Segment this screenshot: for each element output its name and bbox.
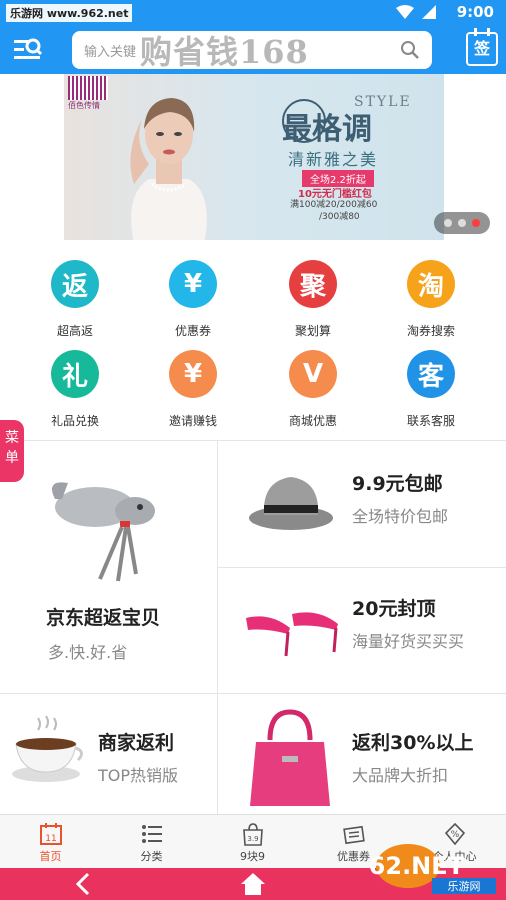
promo-title: 京东超返宝贝 bbox=[46, 607, 161, 629]
bag-number: 3.9 bbox=[247, 835, 258, 843]
tab-label: 首页 bbox=[39, 850, 62, 863]
grid-item-mall[interactable]: V 商城优惠 bbox=[250, 350, 376, 436]
watermark-small: 乐游网 bbox=[448, 880, 481, 893]
grid-item-label: 联系客服 bbox=[406, 414, 455, 428]
promo-rebate[interactable]: 返利30%以上 大品牌大折扣 bbox=[218, 694, 506, 815]
search-icon[interactable] bbox=[400, 40, 420, 60]
status-icons bbox=[396, 5, 436, 19]
app-screen: 乐游网 www.962.net 9:00 输入关键 购省钱168 签 佰色传情 … bbox=[0, 0, 506, 900]
promo-banner[interactable]: 佰色传情 STYLE 最格调 清新雅之美 全场2.2折起 10元无门槛红包 满1… bbox=[64, 74, 444, 240]
promo-title: 20元封顶 bbox=[352, 598, 436, 620]
back-icon[interactable] bbox=[72, 872, 94, 896]
promo-20[interactable]: 20元封顶 海量好货买买买 bbox=[218, 568, 506, 693]
carousel-indicator[interactable] bbox=[434, 212, 490, 234]
carousel-dot[interactable] bbox=[458, 219, 466, 227]
carousel-dot-active[interactable] bbox=[472, 219, 480, 227]
list-icon bbox=[142, 825, 162, 843]
promo-subtitle: 多.快.好.省 bbox=[48, 643, 128, 662]
grid-item-invite[interactable]: ¥ 邀请赚钱 bbox=[130, 350, 256, 436]
coffee-cup-image bbox=[12, 715, 83, 782]
coupon-icon bbox=[343, 825, 365, 845]
grid-item-label: 礼品兑换 bbox=[50, 414, 99, 428]
signal-icon bbox=[422, 5, 436, 19]
grid-item-taobao-search[interactable]: 淘 淘券搜索 bbox=[368, 260, 494, 346]
gift-icon: 礼 bbox=[51, 350, 99, 398]
promo-subtitle: 大品牌大折扣 bbox=[352, 766, 449, 785]
tab-nine-nine[interactable]: 3.9 9块9 bbox=[202, 815, 303, 869]
watermark-big: 962.NET bbox=[368, 852, 465, 880]
promo-title: 商家返利 bbox=[98, 732, 175, 754]
wifi-icon bbox=[396, 5, 414, 19]
jd-mascot-image bbox=[51, 482, 155, 582]
rebate-icon: 返 bbox=[51, 260, 99, 308]
status-bar: 乐游网 www.962.net 9:00 bbox=[0, 0, 506, 26]
grid-item-label: 邀请赚钱 bbox=[168, 414, 217, 428]
tab-category[interactable]: 分类 bbox=[101, 815, 202, 869]
promo-subtitle: 海量好货买买买 bbox=[352, 632, 465, 651]
heels-image bbox=[246, 612, 338, 657]
promo-jd[interactable]: 京东超返宝贝 多.快.好.省 bbox=[0, 441, 217, 693]
support-icon: 客 bbox=[407, 350, 455, 398]
promo-subtitle: 全场特价包邮 bbox=[352, 507, 449, 526]
handbag-image bbox=[250, 709, 330, 806]
shopping-bag-icon: V bbox=[289, 350, 337, 398]
grid-item-support[interactable]: 客 联系客服 bbox=[368, 350, 494, 436]
tab-label: 9块9 bbox=[240, 850, 265, 863]
taobao-icon: 淘 bbox=[407, 260, 455, 308]
home-icon[interactable] bbox=[240, 871, 266, 897]
tab-label: 分类 bbox=[140, 850, 163, 863]
search-placeholder: 输入关键 bbox=[84, 45, 137, 60]
promo-merchant[interactable]: 商家返利 TOP热销版 bbox=[0, 694, 217, 815]
grid-item-label: 商城优惠 bbox=[288, 414, 337, 428]
sign-in-button[interactable]: 签 bbox=[466, 28, 498, 66]
grid-item-group-buy[interactable]: 聚 聚划算 bbox=[250, 260, 376, 346]
banner-offer-line-2: /300减80 bbox=[319, 212, 360, 222]
clock: 9:00 bbox=[456, 3, 494, 21]
site-watermark-logo: 962.NET 乐游网 bbox=[368, 844, 496, 894]
side-menu-tab[interactable]: 菜单 bbox=[0, 420, 24, 482]
coupon-icon: ¥ bbox=[169, 260, 217, 308]
search-box[interactable]: 输入关键 购省钱168 bbox=[72, 31, 432, 71]
banner-headline: 最格调 bbox=[282, 112, 372, 147]
money-bag-icon: ¥ bbox=[169, 350, 217, 398]
carousel-dot[interactable] bbox=[444, 219, 452, 227]
grid-item-label: 优惠券 bbox=[174, 324, 211, 338]
promo-section: 京东超返宝贝 多.快.好.省 9.9元包邮 全场特价包邮 20元封顶 海量好货买… bbox=[0, 440, 506, 815]
menu-button[interactable] bbox=[12, 35, 44, 65]
tab-home[interactable]: 11 首页 bbox=[0, 815, 101, 869]
bag-icon: 3.9 bbox=[243, 823, 263, 846]
grid-item-label: 聚划算 bbox=[294, 324, 331, 338]
site-watermark: 乐游网 www.962.net bbox=[6, 4, 133, 22]
group-buy-icon: 聚 bbox=[289, 260, 337, 308]
model-photo bbox=[130, 98, 207, 240]
grid-item-coupon[interactable]: ¥ 优惠券 bbox=[130, 260, 256, 346]
calendar-number: 11 bbox=[45, 834, 56, 844]
promo-subtitle: TOP热销版 bbox=[98, 766, 179, 785]
grid-item-label: 淘券搜索 bbox=[406, 324, 455, 338]
grid-item-label: 超高返 bbox=[56, 324, 93, 338]
grid-item-super-rebate[interactable]: 返 超高返 bbox=[12, 260, 138, 346]
brand-watermark: 购省钱168 bbox=[140, 33, 309, 71]
banner-subtitle: 清新雅之美 bbox=[288, 150, 379, 169]
promo-title: 9.9元包邮 bbox=[352, 473, 443, 495]
grid-item-gift[interactable]: 礼 礼品兑换 bbox=[12, 350, 138, 436]
menu-search-icon bbox=[14, 38, 43, 59]
promo-title: 返利30%以上 bbox=[352, 732, 474, 754]
promo-9-9[interactable]: 9.9元包邮 全场特价包邮 bbox=[218, 441, 506, 567]
app-header: 输入关键 购省钱168 签 bbox=[0, 26, 506, 74]
hat-image bbox=[249, 477, 333, 530]
calendar-icon: 11 bbox=[40, 823, 62, 845]
